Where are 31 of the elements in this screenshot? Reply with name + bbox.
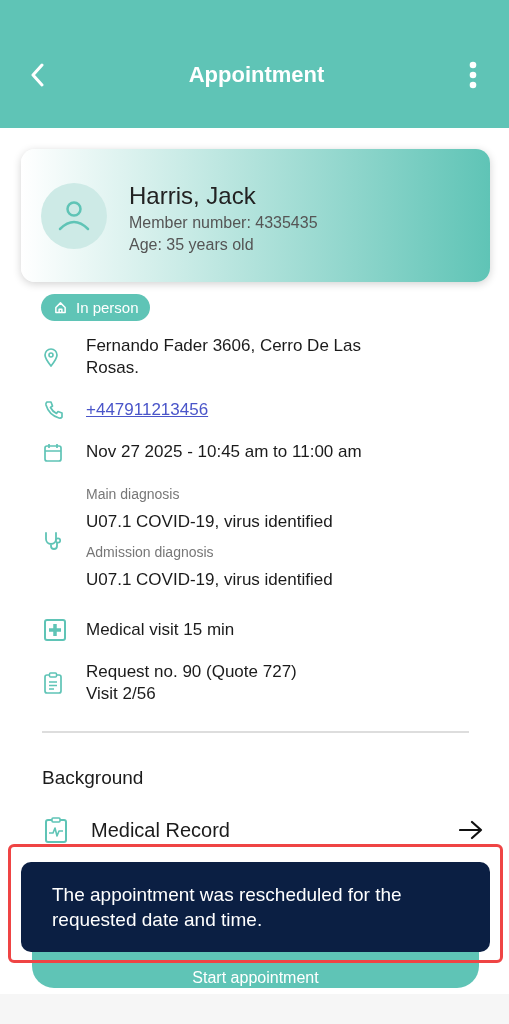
diagnosis-label: Admission diagnosis: [86, 543, 215, 562]
medical-record-row[interactable]: Medical Record: [45, 817, 483, 843]
arrow-right-icon: [459, 820, 483, 840]
detail-text: Medical visit 15 min: [86, 619, 235, 641]
diagnosis-value: U07.1 COVID-19, virus identified: [86, 569, 333, 591]
stethoscope-icon: [44, 531, 64, 551]
phone-icon: [44, 400, 64, 420]
detail-text: Fernando Fader 3606, Cerro De Las Rosas.: [86, 335, 362, 379]
patient-name: Harris, Jack: [129, 181, 257, 210]
section-title: Background: [42, 767, 145, 789]
clipboard-icon: [44, 672, 62, 694]
mode-label: In person: [76, 299, 139, 316]
detail-text: Visit 2/56: [86, 683, 157, 705]
diagnosis-value: U07.1 COVID-19, virus identified: [86, 511, 333, 533]
avatar-icon: [41, 182, 107, 249]
more-icon[interactable]: [469, 61, 477, 89]
phone-link[interactable]: +447911213456: [86, 399, 209, 421]
back-icon[interactable]: [30, 63, 44, 87]
detail-text: Request no. 90 (Quote 727): [86, 661, 297, 683]
record-label: Medical Record: [91, 818, 231, 842]
member-number: Member number: 4335435: [129, 213, 318, 232]
detail-text: Nov 27 2025 - 10:45 am to 11:00 am: [86, 441, 362, 463]
chart-clipboard-icon: [45, 817, 67, 843]
screen-title: Appointment: [188, 62, 325, 88]
location-pin-icon: [44, 347, 58, 367]
calendar-icon: [44, 442, 62, 462]
diagnosis-label: Main diagnosis: [86, 485, 181, 504]
patient-age: Age: 35 years old: [129, 235, 255, 254]
rescheduled-toast: The appointment was rescheduled for the requested date and time.: [21, 862, 490, 952]
medical-cross-icon: [44, 619, 66, 641]
home-icon: [54, 301, 67, 314]
